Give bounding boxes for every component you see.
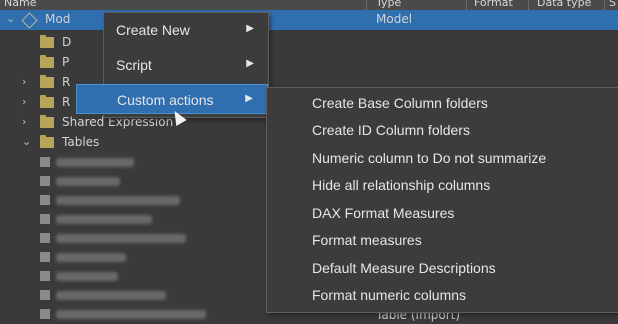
tree-item-label: R <box>62 75 71 89</box>
col-name[interactable]: Name <box>4 0 36 9</box>
context-menu: Create New ▶ Script ▶ Custom actions ▶ <box>76 12 269 118</box>
table-icon <box>40 252 50 262</box>
chevron-right-icon[interactable]: › <box>22 75 26 88</box>
submenu-arrow-icon: ▶ <box>245 93 253 104</box>
menu-item-label: Script <box>116 57 152 73</box>
chevron-down-icon[interactable]: ⌄ <box>22 135 31 148</box>
redacted-text <box>56 310 206 319</box>
table-icon <box>40 271 50 281</box>
tree-item-label: Tables <box>62 135 100 149</box>
menu-item-create-new[interactable]: Create New ▶ <box>104 15 268 45</box>
chevron-right-icon[interactable]: › <box>22 95 26 108</box>
tree-item[interactable]: P <box>0 53 618 73</box>
table-icon <box>40 214 50 224</box>
col-separator[interactable] <box>604 0 605 10</box>
redacted-text <box>56 234 186 243</box>
col-separator[interactable] <box>466 0 467 10</box>
redacted-text <box>56 196 180 205</box>
redacted-text <box>56 291 166 300</box>
tree-item-label: R <box>62 95 71 109</box>
custom-actions-submenu: Create Base Column folders Create ID Col… <box>266 87 618 313</box>
submenu-item[interactable]: Format numeric columns <box>267 281 618 308</box>
redacted-text <box>56 158 134 167</box>
model-type: Model <box>376 12 413 26</box>
redacted-text <box>56 215 152 224</box>
menu-item-label: Custom actions <box>117 92 214 108</box>
submenu-arrow-icon: ▶ <box>246 23 254 34</box>
submenu-item-label: Create ID Column folders <box>312 122 470 138</box>
redacted-text <box>56 253 126 262</box>
folder-icon <box>40 75 54 88</box>
submenu-item[interactable]: Format measures <box>267 226 618 253</box>
col-separator[interactable] <box>366 0 367 10</box>
submenu-item-label: Numeric column to Do not summarize <box>312 150 547 166</box>
submenu-arrow-icon: ▶ <box>246 58 254 69</box>
table-icon <box>40 157 50 167</box>
submenu-item-label: Format numeric columns <box>312 287 467 303</box>
col-type[interactable]: Type <box>376 0 401 9</box>
submenu-item-label: DAX Format Measures <box>312 205 455 221</box>
submenu-item[interactable]: Numeric column to Do not summarize <box>267 144 618 171</box>
chevron-down-icon[interactable]: ⌄ <box>6 12 15 25</box>
chevron-right-icon[interactable]: › <box>22 115 26 128</box>
submenu-item-label: Default Measure Descriptions <box>312 260 496 276</box>
folder-icon <box>40 95 54 108</box>
submenu-item[interactable]: Hide all relationship columns <box>267 171 618 198</box>
table-icon <box>40 195 50 205</box>
tree-item[interactable]: D <box>0 33 618 53</box>
col-data-type[interactable]: Data type <box>537 0 591 9</box>
submenu-item-label: Create Base Column folders <box>312 95 488 111</box>
redacted-text <box>56 177 120 186</box>
col-separator[interactable] <box>528 0 529 10</box>
table-icon <box>40 176 50 186</box>
table-icon <box>40 233 50 243</box>
table-icon <box>40 290 50 300</box>
menu-item-custom-actions[interactable]: Custom actions ▶ <box>76 84 268 114</box>
folder-icon <box>40 135 54 148</box>
model-row[interactable]: ⌄ Mod Model <box>0 10 618 30</box>
folder-icon <box>40 55 54 68</box>
tree-item-label: P <box>62 55 70 69</box>
folder-icon <box>40 115 54 128</box>
submenu-item[interactable]: Create ID Column folders <box>267 116 618 143</box>
submenu-item-label: Format measures <box>312 232 422 248</box>
table-icon <box>40 309 50 319</box>
col-s[interactable]: S <box>609 0 616 9</box>
submenu-item[interactable]: Default Measure Descriptions <box>267 254 618 281</box>
tree-item-label: D <box>62 35 72 49</box>
submenu-item[interactable]: DAX Format Measures <box>267 199 618 226</box>
submenu-item-label: Hide all relationship columns <box>312 177 491 193</box>
menu-item-label: Create New <box>116 22 190 38</box>
folder-icon <box>40 35 54 48</box>
model-label: Mod <box>45 12 71 26</box>
model-cube-icon <box>21 12 38 29</box>
col-format[interactable]: Format <box>474 0 513 9</box>
submenu-item[interactable]: Create Base Column folders <box>267 89 618 116</box>
menu-item-script[interactable]: Script ▶ <box>104 50 268 80</box>
redacted-text <box>56 272 118 281</box>
